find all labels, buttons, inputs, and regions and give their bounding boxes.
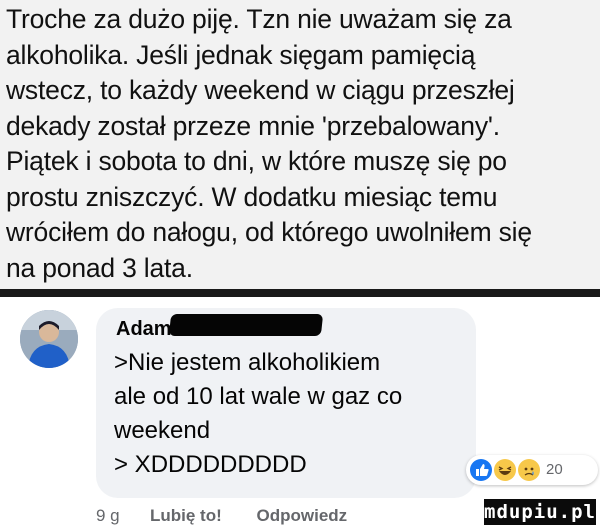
post-line: wróciłem do nałogu, od którego uwolniłem… bbox=[6, 217, 532, 247]
divider bbox=[0, 289, 600, 297]
like-link[interactable]: Lubię to! bbox=[150, 506, 222, 525]
avatar[interactable] bbox=[20, 310, 78, 368]
post-line: Troche za dużo piję. Tzn nie uważam się … bbox=[6, 4, 512, 34]
sad-icon bbox=[518, 459, 540, 481]
reaction-count: 20 bbox=[546, 461, 563, 478]
comment-author[interactable]: Adam bbox=[116, 318, 172, 341]
post-line: dekady został przeze mnie 'przebalowany'… bbox=[6, 110, 500, 141]
haha-icon bbox=[494, 459, 516, 481]
comment-time[interactable]: 9 g bbox=[96, 506, 120, 526]
comment-line: > XDDDDDDDDD bbox=[114, 451, 307, 478]
post-text: Troche za dużo piję. Tzn nie uważam się … bbox=[6, 2, 591, 286]
post-line: na ponad 3 lata. bbox=[6, 252, 193, 283]
post-line: wstecz, to każdy weekend w ciągu przeszł… bbox=[6, 75, 515, 105]
reactions-badge[interactable]: 20 bbox=[466, 455, 598, 485]
post-line: prostu zniszczyć. W dodatku miesiąc temu bbox=[6, 181, 498, 212]
comment-line: >Nie jestem alkoholikiem bbox=[114, 349, 381, 376]
post-line: alkoholika. Jeśli jednak sięgam pamięcią bbox=[6, 39, 476, 70]
post-line: Piątek i sobota to dni, w które muszę si… bbox=[6, 146, 507, 176]
watermark-logo: mdupiu.pl bbox=[484, 499, 596, 525]
reply-link[interactable]: Odpowiedz bbox=[257, 506, 348, 525]
censor-bar bbox=[168, 314, 324, 336]
comment-line: weekend bbox=[114, 417, 211, 444]
comment-line: ale od 10 lat wale w gaz co bbox=[114, 383, 403, 410]
avatar-image bbox=[20, 310, 78, 368]
post-text-block: Troche za dużo piję. Tzn nie uważam się … bbox=[0, 0, 600, 290]
like-icon bbox=[470, 459, 492, 481]
comment-actions: Lubię to! Odpowiedz bbox=[150, 506, 377, 526]
comment-text: >Nie jestem alkoholikiem ale od 10 lat w… bbox=[114, 346, 474, 482]
